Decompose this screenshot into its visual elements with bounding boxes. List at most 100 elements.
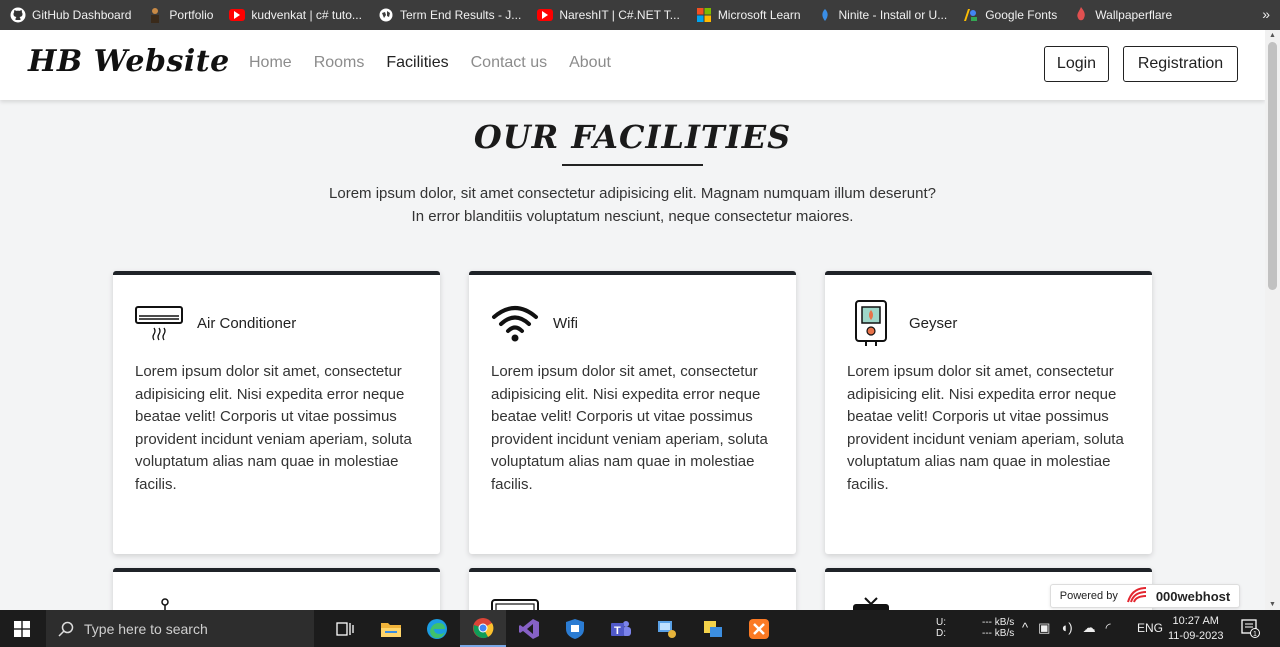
page-viewport: HB Website Home Rooms Facilities Contact… [0, 30, 1265, 610]
webhost-logo-icon [1126, 586, 1148, 607]
edge-icon[interactable] [414, 610, 460, 647]
download-label: D: [936, 628, 946, 639]
windows-taskbar: Type here to search T U: D: --- kB/s ---… [0, 610, 1280, 647]
bookmark-github-dashboard[interactable]: GitHub Dashboard [10, 7, 131, 23]
bookmark-kudvenkat[interactable]: kudvenkat | c# tuto... [229, 8, 362, 22]
tv-icon [851, 596, 891, 610]
bookmark-ninite[interactable]: Ninite - Install or U... [817, 7, 948, 23]
clock-date: 11-09-2023 [1168, 630, 1224, 642]
upload-label: U: [936, 617, 946, 628]
sticky-app-icon[interactable] [690, 610, 736, 647]
facility-card-wifi: Wifi Lorem ipsum dolor sit amet, consect… [469, 271, 796, 554]
geyser-icon [847, 300, 895, 346]
task-view-icon[interactable] [322, 610, 368, 647]
nav-link-rooms[interactable]: Rooms [314, 54, 365, 72]
facility-card [113, 568, 440, 610]
bookmark-label: Google Fonts [985, 8, 1058, 22]
taskbar-apps: T [322, 610, 782, 647]
github-icon [10, 7, 26, 23]
person-icon [147, 7, 163, 23]
search-icon [58, 621, 74, 637]
bookmark-nareshit[interactable]: NareshIT | C#.NET T... [537, 8, 680, 22]
brand-logo[interactable]: HB Website [28, 44, 230, 79]
section-title: OUR FACILITIES [473, 118, 792, 156]
wallpaperflare-icon [1073, 7, 1089, 23]
google-fonts-icon [963, 7, 979, 23]
upload-speed: --- kB/s [982, 617, 1015, 628]
chrome-icon[interactable] [460, 610, 506, 647]
nav-link-facilities[interactable]: Facilities [386, 54, 448, 72]
taskbar-search[interactable]: Type here to search [46, 610, 314, 647]
onedrive-icon[interactable]: ☁ [1083, 620, 1096, 647]
intro-line-1: Lorem ipsum dolor, sit amet consectetur … [329, 185, 936, 202]
air-conditioner-icon [135, 301, 183, 345]
download-speed: --- kB/s [982, 628, 1015, 639]
registration-button[interactable]: Registration [1123, 46, 1238, 82]
title-underline [562, 164, 703, 166]
scroll-up-icon[interactable]: ▲ [1269, 32, 1276, 39]
volume-icon[interactable]: ◖) [1060, 620, 1072, 647]
navbar: HB Website Home Rooms Facilities Contact… [0, 30, 1265, 100]
search-placeholder: Type here to search [84, 620, 208, 637]
facility-icon [491, 598, 539, 610]
bookmark-google-fonts[interactable]: Google Fonts [963, 7, 1057, 23]
start-button[interactable] [0, 610, 44, 647]
chevron-up-icon[interactable]: ^ [1022, 620, 1028, 647]
clock[interactable]: 10:27 AM 11-09-2023 [1168, 614, 1223, 647]
microsoft-icon [696, 7, 712, 23]
powered-by-brand: 000webhost [1155, 588, 1231, 604]
youtube-icon [537, 9, 554, 21]
teams-icon[interactable]: T [598, 610, 644, 647]
xampp-icon[interactable] [736, 610, 782, 647]
visual-studio-icon[interactable] [506, 610, 552, 647]
wifi-icon [491, 301, 539, 345]
bookmark-label: Wallpaperflare [1095, 8, 1173, 22]
facility-card [469, 568, 796, 610]
notification-center-icon[interactable]: 1 [1240, 618, 1260, 647]
file-explorer-icon[interactable] [368, 610, 414, 647]
bookmark-label: NareshIT | C#.NET T... [559, 8, 680, 22]
bookmark-wallpaperflare[interactable]: Wallpaperflare [1073, 7, 1172, 23]
section-intro: Lorem ipsum dolor, sit amet consectetur … [0, 182, 1265, 228]
card-description: Lorem ipsum dolor sit amet, consectetur … [135, 363, 412, 493]
system-tray: ^ ▣ ◖) ☁ ◜ [1022, 620, 1111, 647]
clock-time: 10:27 AM [1172, 615, 1219, 627]
bookmark-label: Ninite - Install or U... [838, 8, 948, 22]
network-app-icon[interactable] [644, 610, 690, 647]
powered-by-label: Powered by [1059, 590, 1118, 602]
facility-card-geyser: Geyser Lorem ipsum dolor sit amet, conse… [825, 271, 1152, 554]
language-indicator[interactable]: ENG [1137, 621, 1163, 647]
intro-line-2: In error blanditiis voluptatum nesciunt,… [411, 208, 854, 225]
bookmarks-overflow-button[interactable]: » [1262, 6, 1270, 22]
page-scrollbar[interactable]: ▲ ▼ [1265, 30, 1280, 610]
nav-link-about[interactable]: About [569, 54, 611, 72]
bookmark-label: GitHub Dashboard [32, 8, 132, 22]
scrollbar-thumb[interactable] [1268, 42, 1277, 290]
youtube-icon [229, 9, 246, 21]
bookmark-portfolio[interactable]: Portfolio [147, 7, 213, 23]
card-description: Lorem ipsum dolor sit amet, consectetur … [491, 363, 768, 493]
card-title: Geyser [909, 314, 958, 332]
card-header: Wifi [491, 301, 578, 345]
scroll-down-icon[interactable]: ▼ [1269, 601, 1276, 608]
nav-links: Home Rooms Facilities Contact us About [249, 54, 611, 72]
defender-icon[interactable] [552, 610, 598, 647]
notification-count: 1 [1253, 631, 1257, 638]
nav-link-contact[interactable]: Contact us [471, 54, 547, 72]
bookmark-term-end-results[interactable]: Term End Results - J... [378, 7, 521, 23]
bookmark-microsoft-learn[interactable]: Microsoft Learn [696, 7, 801, 23]
bookmarks-bar: GitHub Dashboard Portfolio kudvenkat | c… [0, 0, 1280, 30]
card-description: Lorem ipsum dolor sit amet, consectetur … [847, 363, 1124, 493]
network-speed-labels: U: D: [936, 617, 946, 647]
meet-now-icon[interactable]: ▣ [1038, 620, 1050, 647]
bookmark-label: Portfolio [169, 8, 214, 22]
wifi-tray-icon[interactable]: ◜ [1106, 620, 1111, 647]
nav-link-home[interactable]: Home [249, 54, 292, 72]
bookmark-label: Microsoft Learn [717, 8, 801, 22]
powered-by-badge[interactable]: Powered by 000webhost [1050, 584, 1240, 608]
network-speed-values: --- kB/s --- kB/s [982, 617, 1014, 647]
bookmark-label: Term End Results - J... [399, 8, 522, 22]
login-button[interactable]: Login [1044, 46, 1109, 82]
card-title: Wifi [553, 314, 578, 332]
card-header: Air Conditioner [135, 301, 296, 345]
